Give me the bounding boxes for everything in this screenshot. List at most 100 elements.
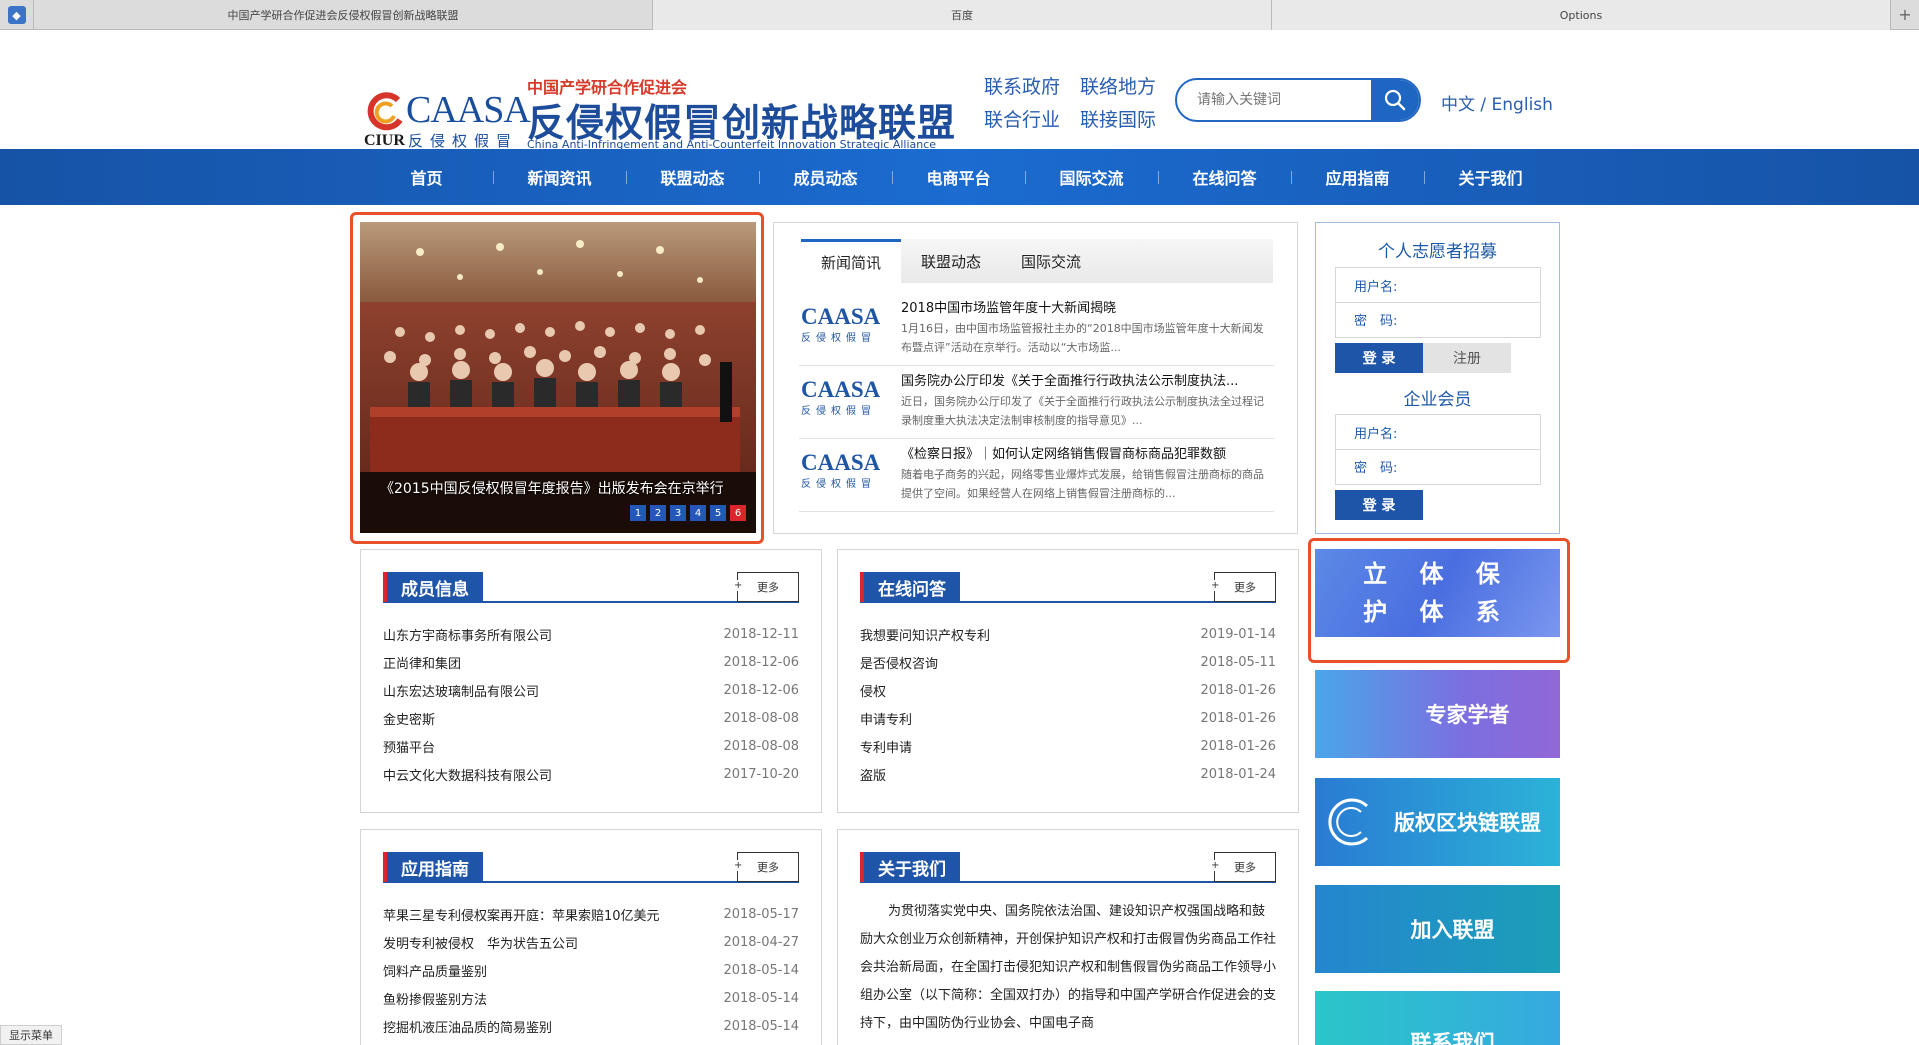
more-button[interactable]: 更多 (734, 852, 799, 882)
main-nav: 首页 新闻资讯 联盟动态 成员动态 电商平台 国际交流 在线问答 应用指南 关于… (0, 149, 1919, 205)
nav-item-ecommerce[interactable]: 电商平台 (892, 149, 1025, 205)
list-item[interactable]: 我想要问知识产权专利 2019-01-14 (860, 620, 1276, 648)
banner-experts[interactable]: 专家学者 (1315, 670, 1560, 758)
browser-tab-1[interactable]: 中国产学研合作促进会反侵权假冒创新战略联盟 (34, 0, 653, 30)
list-item[interactable]: 申请专利 2018-01-26 (860, 704, 1276, 732)
baidu-paw-icon: ◆ (7, 6, 26, 24)
guide-section: 应用指南 更多 苹果三星专利侵权案再开庭：苹果索赔10亿美元2018-05-17… (360, 829, 822, 1045)
nav-item-qa[interactable]: 在线问答 (1158, 149, 1291, 205)
search-box (1175, 78, 1421, 122)
section-title: 关于我们 (860, 852, 960, 882)
company-member-title: 企业会员 (1403, 390, 1472, 410)
news-thumbnail: CAASA 反侵权假冒 (801, 377, 881, 418)
image-slider[interactable]: 《2015中国反侵权假冒年度报告》出版发布会在京举行 1 2 3 4 5 6 (360, 222, 756, 533)
slider-caption: 《2015中国反侵权假冒年度报告》出版发布会在京举行 (380, 481, 724, 497)
slider-page-button[interactable]: 1 (630, 505, 646, 521)
volunteer-register-button[interactable]: 注册 (1423, 343, 1511, 373)
list-item[interactable]: 侵权 2018-01-26 (860, 676, 1276, 704)
list-item[interactable]: 专利申请 2018-01-26 (860, 732, 1276, 760)
list-item[interactable]: 是否侵权咨询 2018-05-11 (860, 648, 1276, 676)
nav-item-about[interactable]: 关于我们 (1424, 149, 1557, 205)
list-item[interactable]: 苹果三星专利侵权案再开庭：苹果索赔10亿美元 2018-05-17 (383, 900, 799, 928)
volunteer-login-button[interactable]: 登 录 (1335, 343, 1423, 373)
search-button[interactable] (1371, 80, 1419, 120)
news-summary: 1月16日，由中国市场监管报社主办的“2018中国市场监管年度十大新闻发布暨点评… (901, 322, 1264, 354)
banner-join-alliance[interactable]: 加入联盟 (1315, 885, 1560, 973)
nav-item-international[interactable]: 国际交流 (1025, 149, 1158, 205)
more-button[interactable]: 更多 (1211, 852, 1276, 882)
slider-page-button[interactable]: 2 (650, 505, 666, 521)
news-title[interactable]: 国务院办公厅印发《关于全面推行行政执法公示制度执法... (901, 370, 1273, 389)
browser-home-button[interactable]: ◆ (0, 0, 34, 30)
news-title[interactable]: 2018中国市场监管年度十大新闻揭晓 (901, 297, 1273, 316)
browser-tab-2[interactable]: 百度 (653, 0, 1272, 30)
list-item[interactable]: 挖掘机液压油品质的简易鉴别 2018-05-14 (383, 1012, 799, 1040)
nav-item-alliance[interactable]: 联盟动态 (626, 149, 759, 205)
news-summary: 随着电子商务的兴起，网络零售业爆炸式发展，给销售假冒注册商标的商品提供了空间。如… (901, 468, 1264, 500)
slogan-item: 联接国际 (1080, 109, 1157, 131)
nav-item-guide[interactable]: 应用指南 (1291, 149, 1424, 205)
news-item[interactable]: CAASA 反侵权假冒 国务院办公厅印发《关于全面推行行政执法公示制度执法...… (799, 366, 1274, 439)
list-item[interactable]: 山东宏达玻璃制品有限公司 2018-12-06 (383, 676, 799, 704)
news-thumbnail: CAASA 反侵权假冒 (801, 304, 881, 345)
volunteer-title: 个人志愿者招募 (1378, 242, 1497, 262)
new-tab-button[interactable]: + (1891, 0, 1919, 29)
status-bar-menu[interactable]: 显示菜单 (0, 1025, 62, 1045)
more-button[interactable]: 更多 (1211, 572, 1276, 602)
company-password-field[interactable]: 密 码: (1335, 449, 1541, 485)
logo-swoosh-icon (367, 92, 403, 131)
company-login-button[interactable]: 登 录 (1335, 490, 1423, 520)
news-panel: 新闻简讯 联盟动态 国际交流 CAASA 反侵权假冒 2018中国市场监管年度十… (773, 222, 1298, 534)
site-header: CAASA CIUR 反侵权假冒 中国产学研合作促进会 反侵权假冒创新战略联盟 … (0, 30, 1919, 151)
tab-alliance-news[interactable]: 联盟动态 (901, 239, 1001, 283)
qa-section: 在线问答 更多 我想要问知识产权专利2019-01-14 是否侵权咨询2018-… (837, 549, 1299, 813)
news-tabs: 新闻简讯 联盟动态 国际交流 (801, 239, 1273, 283)
slogan-item: 联系政府 (984, 76, 1061, 98)
section-title: 成员信息 (383, 572, 483, 602)
slogan-item: 联络地方 (1080, 76, 1157, 98)
list-item[interactable]: 中云文化大数据科技有限公司 2017-10-20 (383, 760, 799, 788)
language-switch[interactable]: 中文 / English (1441, 90, 1553, 115)
browser-tab-3[interactable]: Options (1272, 0, 1891, 30)
banner-blockchain-alliance[interactable]: 版权区块链联盟 (1315, 778, 1560, 866)
slider-page-button[interactable]: 4 (690, 505, 706, 521)
slider-pagination: 1 2 3 4 5 6 (630, 505, 746, 521)
volunteer-username-field[interactable]: 用户名: (1335, 267, 1541, 303)
list-item[interactable]: 正尚律和集团 2018-12-06 (383, 648, 799, 676)
volunteer-password-field[interactable]: 密 码: (1335, 302, 1541, 338)
news-item[interactable]: CAASA 反侵权假冒 2018中国市场监管年度十大新闻揭晓 1月16日，由中国… (799, 293, 1274, 366)
search-input[interactable] (1177, 80, 1371, 120)
company-username-field[interactable]: 用户名: (1335, 414, 1541, 450)
slider-page-button[interactable]: 3 (670, 505, 686, 521)
members-section: 成员信息 更多 山东方宇商标事务所有限公司2018-12-11 正尚律和集团20… (360, 549, 822, 813)
news-item[interactable]: CAASA 反侵权假冒 《检察日报》｜如何认定网络销售假冒商标商品犯罪数额 随着… (799, 439, 1274, 512)
about-description: 为贯彻落实党中央、国务院依法治国、建设知识产权强国战略和鼓励大众创业万众创新精神… (860, 904, 1277, 1031)
list-item[interactable]: 盗版 2018-01-24 (860, 760, 1276, 788)
tab-international[interactable]: 国际交流 (1001, 239, 1101, 283)
list-item[interactable]: 金史密斯 2018-08-08 (383, 704, 799, 732)
nav-item-home[interactable]: 首页 (360, 149, 493, 205)
tab-news-brief[interactable]: 新闻简讯 (801, 239, 901, 283)
list-item[interactable]: 饲料产品质量鉴别 2018-05-14 (383, 956, 799, 984)
slider-page-button[interactable]: 5 (710, 505, 726, 521)
section-title: 在线问答 (860, 572, 960, 602)
news-title[interactable]: 《检察日报》｜如何认定网络销售假冒商标商品犯罪数额 (901, 443, 1273, 462)
header-slogans: 联系政府 联络地方 联合行业 联接国际 (984, 72, 1176, 132)
login-panel: 个人志愿者招募 用户名: 密 码: 登 录 注册 企业会员 用户名: 密 码: … (1315, 222, 1560, 534)
logo-caasa-text: CAASA (406, 89, 531, 131)
more-button[interactable]: 更多 (734, 572, 799, 602)
about-section: 关于我们 更多 为贯彻落实党中央、国务院依法治国、建设知识产权强国战略和鼓励大众… (837, 829, 1299, 1045)
section-title: 应用指南 (383, 852, 483, 882)
logo-ciur-text: CIUR (364, 132, 405, 149)
list-item[interactable]: 发明专利被侵权 华为状告五公司 2018-04-27 (383, 928, 799, 956)
list-item[interactable]: 预猫平台 2018-08-08 (383, 732, 799, 760)
site-logo[interactable]: CAASA CIUR 反侵权假冒 中国产学研合作促进会 反侵权假冒创新战略联盟 … (362, 52, 972, 152)
news-thumbnail: CAASA 反侵权假冒 (801, 450, 881, 491)
banner-contact-us[interactable]: 联系我们 (1315, 991, 1560, 1045)
nav-item-news[interactable]: 新闻资讯 (493, 149, 626, 205)
slider-page-button-active[interactable]: 6 (730, 505, 746, 521)
nav-item-members[interactable]: 成员动态 (759, 149, 892, 205)
list-item[interactable]: 鱼粉掺假鉴别方法 2018-05-14 (383, 984, 799, 1012)
list-item[interactable]: 山东方宇商标事务所有限公司 2018-12-11 (383, 620, 799, 648)
banner-protection-system[interactable]: 立 体 保 护 体 系 (1315, 549, 1560, 637)
